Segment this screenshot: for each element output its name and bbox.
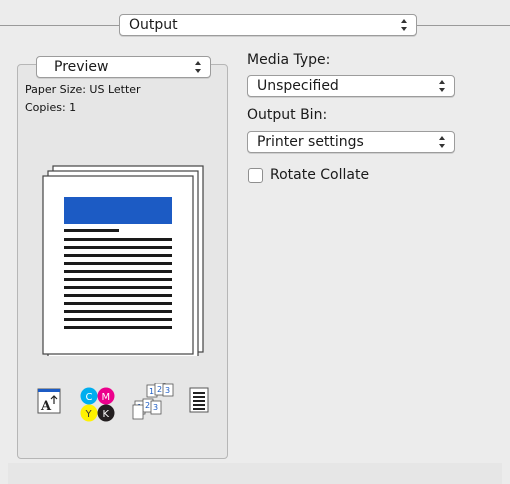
rotate-collate-label[interactable]: Rotate Collate [270, 167, 369, 183]
page-preview [42, 165, 204, 356]
media-type-value: Unspecified [257, 78, 339, 94]
updown-arrows-icon [195, 61, 201, 73]
divider-right [417, 25, 510, 26]
svg-text:Y: Y [85, 409, 93, 420]
output-menu[interactable]: Output [119, 14, 417, 36]
output-bin-select[interactable]: Printer settings [247, 131, 455, 153]
media-type-select[interactable]: Unspecified [247, 75, 455, 97]
svg-text:3: 3 [165, 386, 170, 395]
bottom-strip [8, 463, 502, 484]
media-type-label: Media Type: [247, 52, 331, 68]
updown-arrows-icon [439, 80, 445, 92]
output-bin-label: Output Bin: [247, 107, 328, 123]
svg-text:C: C [86, 392, 93, 403]
document-layout-icon [189, 387, 209, 413]
updown-arrows-icon [439, 136, 445, 148]
output-menu-label: Output [129, 17, 178, 33]
output-bin-value: Printer settings [257, 134, 364, 150]
svg-text:1: 1 [149, 387, 154, 396]
paper-size-text: Paper Size: US Letter [25, 83, 141, 96]
svg-text:2: 2 [145, 401, 150, 410]
preview-menu-label: Preview [54, 59, 109, 75]
svg-text:2: 2 [157, 385, 162, 394]
svg-text:3: 3 [153, 403, 158, 412]
updown-arrows-icon [401, 19, 407, 31]
multiple-pages-icon: 123 123 [132, 383, 174, 420]
svg-text:M: M [102, 392, 111, 403]
preview-menu[interactable]: Preview [36, 56, 211, 78]
rotate-collate-checkbox[interactable] [248, 168, 263, 183]
svg-text:K: K [103, 409, 110, 420]
text-orientation-icon: A [37, 388, 61, 414]
copies-text: Copies: 1 [25, 101, 77, 114]
cmyk-color-icon: C M Y K [80, 387, 115, 422]
divider-left [0, 25, 119, 26]
svg-text:A: A [40, 399, 52, 414]
